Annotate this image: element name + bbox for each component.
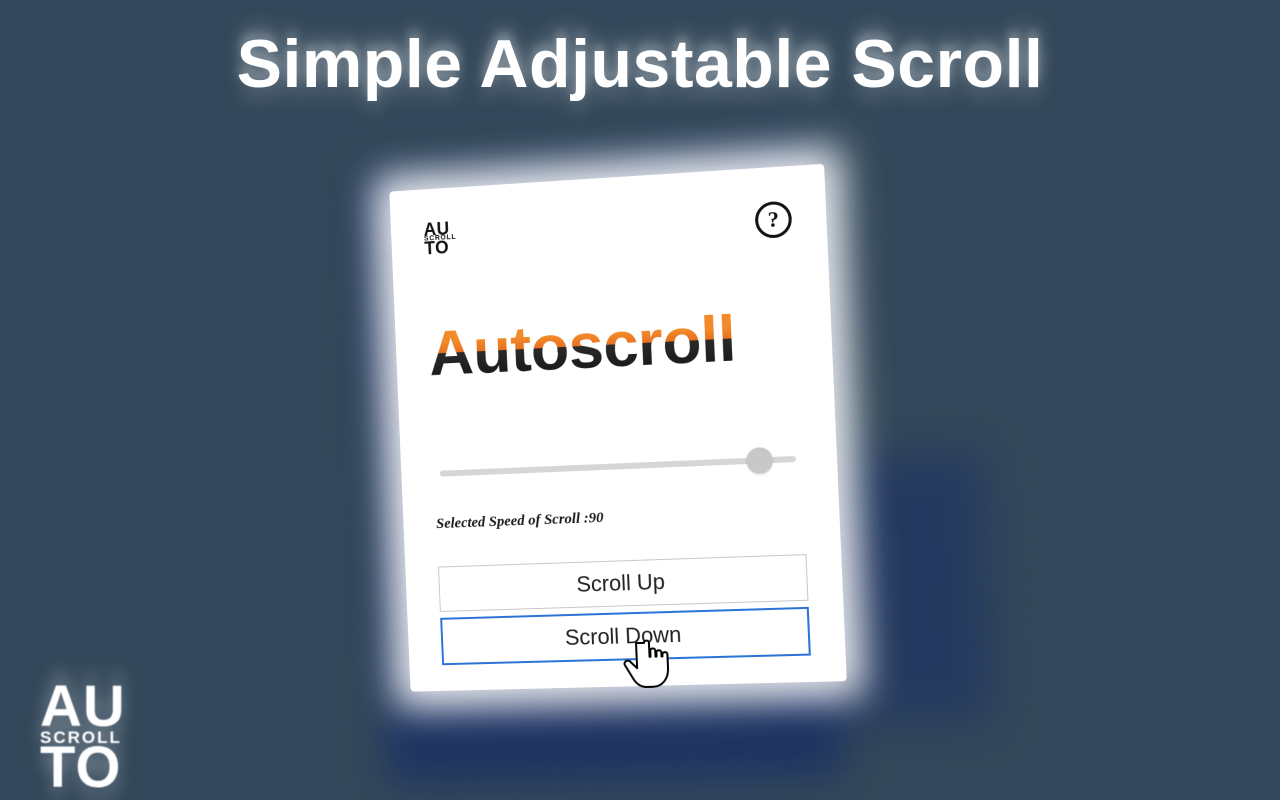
speed-label-prefix: Selected Speed of Scroll : (436, 511, 589, 533)
help-icon[interactable]: ? (755, 200, 793, 239)
corner-logo-au: AU (40, 684, 126, 729)
speed-slider[interactable] (440, 444, 798, 489)
app-title: Autoscroll (428, 298, 799, 391)
popup-stage: AU SCROLL TO ? Autoscroll Selected Speed… (390, 164, 847, 692)
popup-header: AU SCROLL TO ? (424, 200, 793, 258)
speed-label: Selected Speed of Scroll :90 (436, 502, 805, 533)
extension-popup: AU SCROLL TO ? Autoscroll Selected Speed… (390, 164, 847, 692)
corner-logo-to: TO (40, 745, 126, 790)
slider-track (440, 456, 797, 477)
scroll-up-button[interactable]: Scroll Up (438, 554, 808, 612)
slider-thumb[interactable] (746, 447, 773, 474)
page-title-blur: Simple Adjustable Scroll (0, 35, 1280, 113)
help-glyph: ? (768, 206, 780, 233)
mini-logo: AU SCROLL TO (424, 221, 458, 256)
page-title-area: Simple Adjustable Scroll Simple Adjustab… (0, 25, 1280, 103)
mini-logo-to: TO (425, 240, 458, 256)
scroll-down-button[interactable]: Scroll Down (441, 607, 812, 665)
speed-value: 90 (589, 510, 604, 527)
